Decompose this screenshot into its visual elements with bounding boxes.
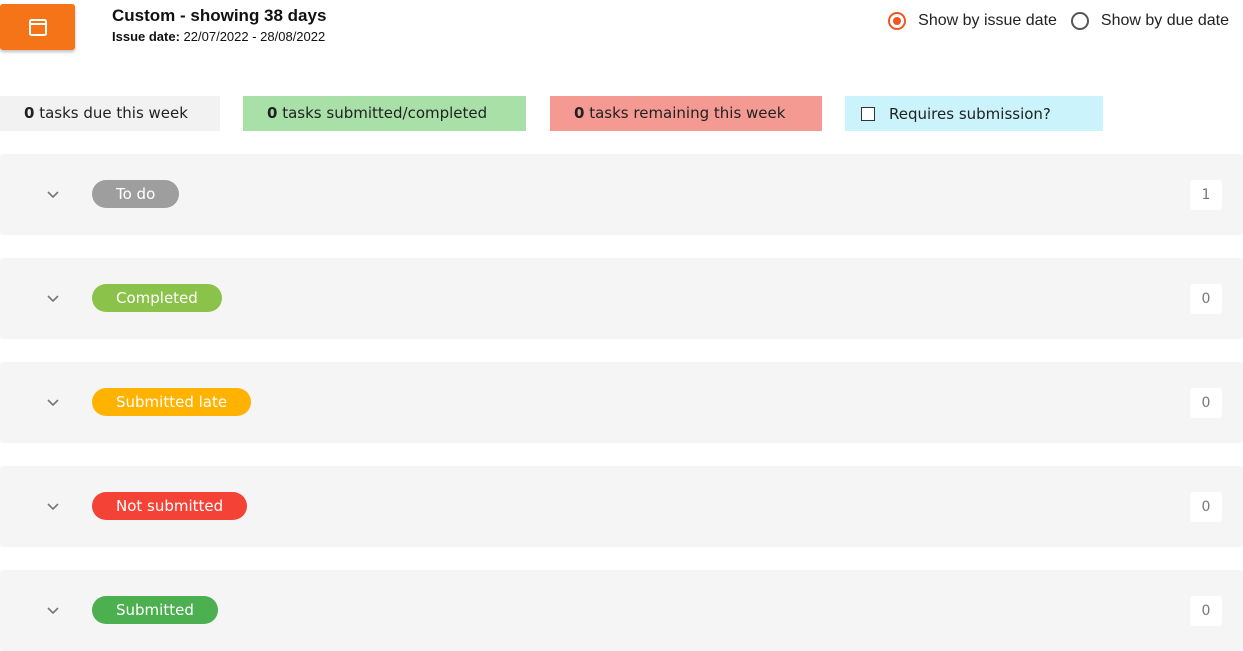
status-badge: Completed xyxy=(92,284,222,312)
section-not-submitted[interactable]: Not submitted 0 xyxy=(0,466,1243,547)
chevron-down-icon[interactable] xyxy=(44,497,62,515)
stat-remaining-count: 0 xyxy=(574,104,585,122)
section-to-do[interactable]: To do 1 xyxy=(0,154,1243,235)
issue-date-label: Issue date: xyxy=(112,29,180,44)
issue-date-line: Issue date: 22/07/2022 - 28/08/2022 xyxy=(112,29,326,45)
stats-bar: 0 tasks due this week 0 tasks submitted/… xyxy=(0,96,1243,131)
calendar-button[interactable] xyxy=(0,4,75,50)
date-mode-radios: Show by issue date Show by due date xyxy=(874,12,1229,30)
section-completed[interactable]: Completed 0 xyxy=(0,258,1243,339)
radio-issue-date[interactable]: Show by issue date xyxy=(888,12,1057,30)
radio-due-date-label: Show by due date xyxy=(1100,12,1229,29)
stat-tasks-submitted: 0 tasks submitted/completed xyxy=(243,96,526,131)
status-badge: Submitted xyxy=(92,596,218,624)
section-submitted-late[interactable]: Submitted late 0 xyxy=(0,362,1243,443)
radio-unchecked-icon xyxy=(1070,12,1089,30)
chevron-down-icon[interactable] xyxy=(44,289,62,307)
period-summary: Custom - showing 38 days Issue date: 22/… xyxy=(112,5,326,45)
radio-checked-icon xyxy=(888,12,907,30)
requires-submission-label: Requires submission? xyxy=(889,104,1051,123)
header: Custom - showing 38 days Issue date: 22/… xyxy=(0,0,1243,60)
stat-remaining-label: tasks remaining this week xyxy=(589,104,786,122)
period-title: Custom - showing 38 days xyxy=(112,6,327,25)
section-count: 1 xyxy=(1190,180,1222,210)
chevron-down-icon[interactable] xyxy=(44,185,62,203)
section-count: 0 xyxy=(1190,284,1222,314)
stat-submitted-label: tasks submitted/completed xyxy=(282,104,488,122)
stat-tasks-remaining: 0 tasks remaining this week xyxy=(550,96,822,131)
section-submitted[interactable]: Submitted 0 xyxy=(0,570,1243,651)
stat-tasks-due: 0 tasks due this week xyxy=(0,96,220,131)
section-count: 0 xyxy=(1190,388,1222,418)
status-badge: Submitted late xyxy=(92,388,252,416)
checkbox-icon xyxy=(861,106,875,121)
section-count: 0 xyxy=(1190,492,1222,522)
requires-submission-checkbox[interactable]: Requires submission? xyxy=(845,96,1103,131)
issue-date-range: 22/07/2022 - 28/08/2022 xyxy=(183,29,326,44)
radio-issue-date-label: Show by issue date xyxy=(918,12,1057,29)
calendar-icon xyxy=(28,19,47,36)
stat-submitted-count: 0 xyxy=(267,104,278,122)
stat-due-label: tasks due this week xyxy=(39,104,188,122)
stat-due-count: 0 xyxy=(24,104,35,122)
radio-due-date[interactable]: Show by due date xyxy=(1070,12,1229,30)
chevron-down-icon[interactable] xyxy=(44,601,62,619)
section-count: 0 xyxy=(1190,596,1222,626)
chevron-down-icon[interactable] xyxy=(44,393,62,411)
status-badge: To do xyxy=(92,180,180,208)
status-badge: Not submitted xyxy=(92,492,248,520)
